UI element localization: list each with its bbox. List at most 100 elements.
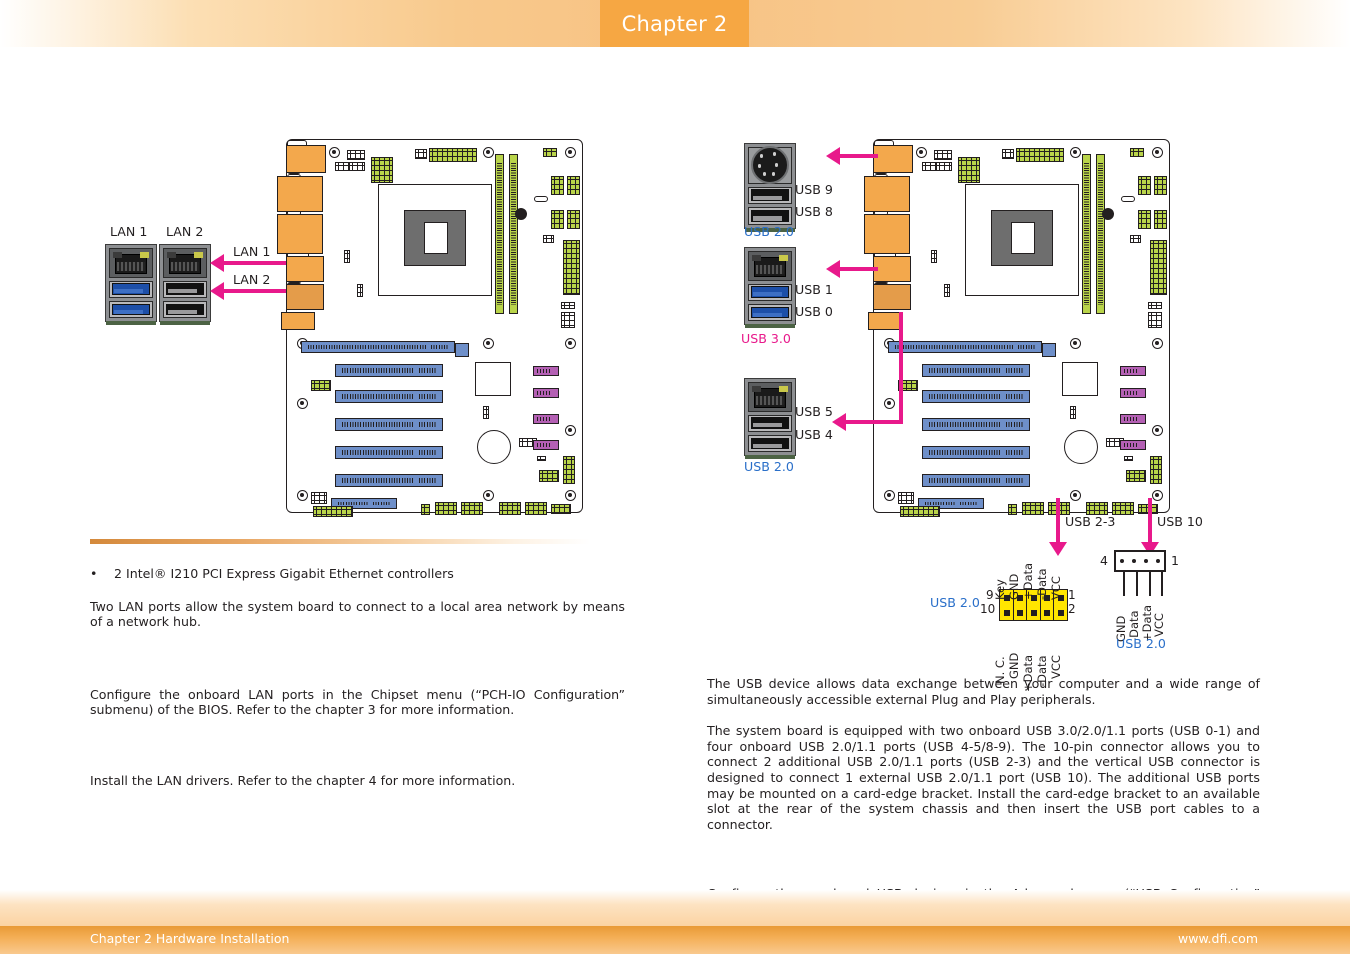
rj45-jack [748,251,792,281]
front-panel-header [900,506,940,517]
rj45-jack [109,248,153,278]
usb-paragraph-1: The USB device allows data exchange betw… [707,676,1260,707]
usb10-arrow-head [826,260,840,278]
pin-header [1150,240,1167,295]
mount-screw [483,147,494,158]
pin-header [934,150,952,160]
usb54-arrow-line-h [846,420,903,424]
io-block [864,176,910,212]
lan1-arrow-head [210,254,224,272]
pin-top-signal-gnd: GND [1007,573,1021,600]
mount-screw [565,490,576,501]
usb2-badge-stack3: USB 2.0 [744,459,794,474]
mount-screw [329,147,340,158]
pin-header [415,149,427,159]
bullet-text: 2 Intel® I210 PCI Express Gigabit Ethern… [114,566,454,581]
lan2-port-label: LAN 2 [166,224,204,239]
motherboard-diagram-left [277,139,583,517]
com-header [551,504,571,514]
section-divider [90,539,590,544]
pcie-slot [922,446,1030,459]
usb-header [1022,502,1044,515]
connector-pin [1144,559,1148,563]
pin-header [931,250,937,263]
usb4-label: USB 4 [795,427,833,442]
usb-paragraph-2: The system board is equipped with two on… [707,723,1260,832]
sata-connector [533,366,559,376]
usb8-label: USB 8 [795,204,833,219]
pcie-tab [1042,343,1056,357]
pin-header [1070,406,1076,419]
usb3-badge-stack2: USB 3.0 [741,331,791,346]
pcie-slot [888,341,1042,353]
usb0-label: USB 0 [795,304,833,319]
pin-header [311,492,327,504]
atx12v-connector [371,157,393,183]
io-shield-base [160,321,210,325]
vconn-signal-vcc: VCC [1152,613,1166,637]
usb3-port-1 [748,283,792,301]
mount-screw [565,425,576,436]
pin-header [344,250,350,263]
pcie-slot [301,341,455,353]
pin-header [349,162,365,171]
bullet-marker: • [90,566,98,581]
pcie-slot [922,474,1030,487]
rj45-led-right [194,252,203,258]
pin-header [567,176,580,195]
lan1-port-stack [105,244,157,325]
vconn-pin-1-label: 1 [1171,553,1179,568]
chapter-tab-label: Chapter 2 [621,11,728,36]
io-block [868,312,902,330]
pin-header [1154,210,1167,229]
vconn-lead [1123,572,1125,596]
footer-website-label: www.dfi.com [1178,931,1258,946]
usb23-arrow-line [1056,498,1060,544]
lan-paragraph-3: Install the LAN drivers. Refer to the ch… [90,772,516,788]
chip [534,196,548,202]
chip [1102,208,1114,220]
pin-header [1126,470,1146,482]
chipset [475,362,511,396]
ps2-connector-circle [751,146,789,185]
pin-1-label: 1 [1068,588,1076,602]
io-block-lan1 [286,256,324,282]
dimm-slot [495,154,504,314]
lan2-arrow-line [224,289,286,293]
dimm-slot [1082,154,1091,314]
cmos-battery [1064,430,1098,464]
sata-connector [1120,414,1146,424]
mount-screw [1152,490,1163,501]
pin-header [944,284,950,297]
lan1-arrow-line [224,261,286,265]
rj45-jack [748,382,792,412]
pin-header [537,456,546,461]
pin-top-signal-vcc: VCC [1049,576,1063,600]
ps2-port [748,146,792,185]
mount-screw [1152,338,1163,349]
usb54-arrow-head [832,413,846,431]
pin-header [347,150,365,160]
usb-header [435,502,457,515]
sata-connector [1120,366,1146,376]
pcie-slot [922,390,1030,403]
lan1-port-label: LAN 1 [110,224,148,239]
stack-usb-1-0 [744,247,796,328]
pcie-slot [335,446,443,459]
fan-header [1130,148,1144,157]
footer-chapter-label: Chapter 2 Hardware Installation [90,931,290,946]
pcie-slot [335,364,443,377]
page-footer: Chapter 2 Hardware Installation www.dfi.… [0,926,1350,954]
pin-header [551,176,564,195]
vconn-lead [1161,572,1163,596]
pin-header [357,284,363,297]
lan2-port-stack [159,244,211,325]
chapter-tab: Chapter 2 [600,0,749,47]
chip [515,208,527,220]
usb-header [525,502,547,515]
pin-header [551,210,564,229]
usb5-label: USB 5 [795,404,833,419]
io-block [873,145,913,173]
footer-gradient [0,890,1350,926]
io-block [286,145,326,173]
